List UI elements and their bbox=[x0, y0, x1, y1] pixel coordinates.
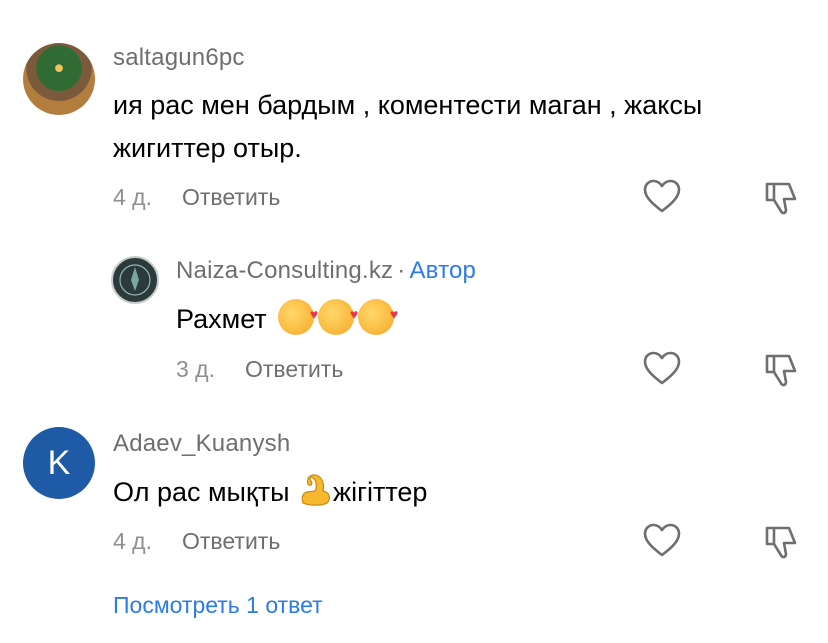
author-badge: Автор bbox=[409, 257, 477, 284]
username[interactable]: saltagun6pc bbox=[113, 44, 245, 72]
dislike-icon[interactable] bbox=[762, 522, 802, 562]
avatar[interactable] bbox=[111, 256, 159, 304]
comment-text-line: ия рас мен бардым , коментести маган , ж… bbox=[113, 90, 703, 120]
logo-icon bbox=[119, 264, 151, 296]
timestamp: 4 д. bbox=[113, 528, 152, 554]
reply-button[interactable]: Ответить bbox=[245, 356, 343, 382]
heart-icon[interactable] bbox=[642, 521, 682, 561]
username[interactable]: Naiza-Consulting.kz bbox=[176, 257, 393, 284]
smiling-face-with-hearts-icon bbox=[278, 293, 318, 336]
comment-meta: 3 д. Ответить bbox=[176, 356, 343, 383]
heart-icon[interactable] bbox=[642, 177, 682, 217]
comment-text: Рахмет bbox=[176, 293, 398, 341]
flexed-biceps-icon bbox=[301, 474, 330, 506]
comment-text: ия рас мен бардым , коментести маган , ж… bbox=[113, 84, 702, 170]
reply-button[interactable]: Ответить bbox=[182, 184, 280, 210]
avatar[interactable] bbox=[23, 43, 95, 115]
username-row: Naiza-Consulting.kz · Автор bbox=[176, 257, 476, 285]
timestamp: 4 д. bbox=[113, 184, 152, 210]
dislike-icon[interactable] bbox=[762, 178, 802, 218]
comment-meta: 4 д. Ответить bbox=[113, 184, 280, 211]
separator: · bbox=[397, 257, 406, 284]
smiling-face-with-hearts-icon bbox=[358, 293, 398, 336]
comment-text-after: жігіттер bbox=[333, 477, 428, 507]
comment-text-line: жигиттер отыр. bbox=[113, 133, 302, 163]
reply-button[interactable]: Ответить bbox=[182, 528, 280, 554]
dislike-icon[interactable] bbox=[762, 350, 802, 390]
view-replies-link[interactable]: Посмотреть 1 ответ bbox=[113, 592, 323, 619]
comment-text: Ол рас мықты жігіттер bbox=[113, 471, 427, 514]
heart-icon[interactable] bbox=[642, 349, 682, 389]
comment-text-words: Рахмет bbox=[176, 304, 267, 334]
username[interactable]: Adaev_Kuanysh bbox=[113, 430, 290, 458]
comment-meta: 4 д. Ответить bbox=[113, 528, 280, 555]
avatar[interactable]: K bbox=[23, 427, 95, 499]
smiling-face-with-hearts-icon bbox=[318, 293, 358, 336]
timestamp: 3 д. bbox=[176, 356, 215, 382]
comment-text-before: Ол рас мықты bbox=[113, 477, 298, 507]
